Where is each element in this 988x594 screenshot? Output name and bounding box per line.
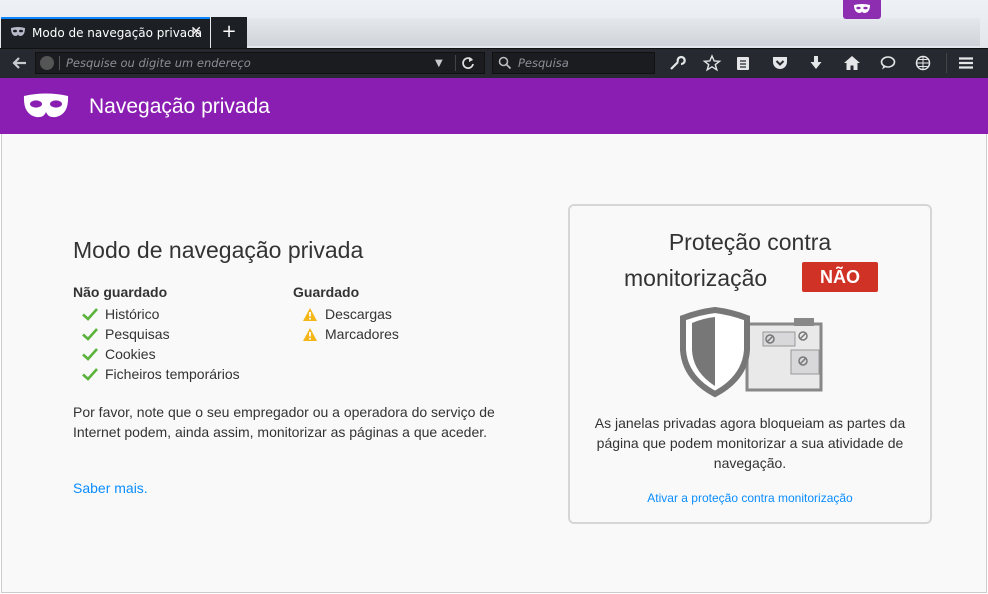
- list-item-label: Cookies: [105, 346, 156, 362]
- new-tab-button[interactable]: +: [211, 17, 247, 48]
- not-saved-title: Não guardado: [73, 284, 168, 300]
- page-content: Modo de navegação privada Não guardado H…: [1, 134, 987, 593]
- chat-icon[interactable]: [878, 54, 898, 72]
- search-bar[interactable]: Pesquisa: [492, 52, 655, 74]
- search-icon: [498, 56, 512, 70]
- tab-strip-background: [240, 18, 980, 46]
- wrench-icon[interactable]: [667, 54, 687, 72]
- private-browsing-header: Navegação privada: [0, 78, 988, 134]
- url-input[interactable]: Pesquise ou digite um endereço: [66, 56, 251, 70]
- title-bar: Modo de navegação privada ✕ +: [0, 0, 988, 48]
- list-item-label: Pesquisas: [105, 326, 170, 342]
- checkmark-icon: [82, 368, 98, 381]
- url-bar[interactable]: Pesquise ou digite um endereço ▼: [35, 52, 485, 74]
- search-input[interactable]: Pesquisa: [518, 56, 569, 70]
- saved-title: Guardado: [293, 284, 360, 300]
- url-separator: [59, 56, 60, 70]
- tracking-protection-title-line2: monitorização: [624, 265, 768, 291]
- globe-icon: [40, 56, 54, 70]
- web-icon[interactable]: [913, 54, 933, 72]
- navigation-toolbar: Pesquise ou digite um endereço ▼ Pesquis…: [0, 48, 988, 78]
- tab-close-icon[interactable]: ✕: [190, 24, 202, 40]
- list-item: Marcadores: [293, 326, 399, 346]
- warning-icon: [303, 328, 317, 341]
- private-mask-favicon-icon: [11, 27, 25, 36]
- list-item: Cookies: [73, 346, 240, 366]
- toolbar-separator: [946, 53, 947, 73]
- list-item-label: Marcadores: [325, 326, 399, 342]
- private-mask-icon: [23, 93, 69, 118]
- enable-tracking-protection-link[interactable]: Ativar a proteção contra monitorização: [570, 491, 930, 505]
- list-item-label: Histórico: [105, 306, 160, 322]
- private-window-indicator: [843, 0, 881, 19]
- back-icon[interactable]: [8, 53, 32, 73]
- bookmark-star-icon[interactable]: [702, 54, 722, 72]
- list-item-label: Ficheiros temporários: [105, 366, 240, 382]
- tracking-protection-description: As janelas privadas agora bloqueiam as p…: [594, 415, 906, 471]
- header-title: Navegação privada: [89, 95, 270, 118]
- learn-more-link[interactable]: Saber mais.: [73, 480, 148, 496]
- tab-title: Modo de navegação privada: [32, 26, 203, 40]
- shield-blocking-illustration-icon: [680, 306, 823, 398]
- tracking-protection-panel: Proteção contra monitorização NÃO As jan…: [568, 204, 932, 524]
- list-item: Ficheiros temporários: [73, 366, 240, 386]
- home-icon[interactable]: [842, 54, 862, 72]
- page-title: Modo de navegação privada: [73, 237, 364, 263]
- tab-private-browsing[interactable]: Modo de navegação privada ✕: [1, 17, 210, 48]
- list-item: Histórico: [73, 306, 240, 326]
- pocket-icon[interactable]: [770, 54, 790, 72]
- list-item: Pesquisas: [73, 326, 240, 346]
- menu-icon[interactable]: [956, 54, 976, 72]
- download-icon[interactable]: [806, 54, 826, 72]
- list-item-label: Descargas: [325, 306, 392, 322]
- private-mask-icon: [854, 4, 870, 13]
- checkmark-icon: [82, 328, 98, 341]
- reload-icon[interactable]: [461, 55, 475, 71]
- reload-separator: [455, 55, 456, 71]
- checkmark-icon: [82, 348, 98, 361]
- list-item: Descargas: [293, 306, 399, 326]
- dropdown-icon[interactable]: ▼: [435, 58, 443, 69]
- saved-column: Guardado Descargas Marcadores: [293, 284, 399, 346]
- not-saved-column: Não guardado Histórico Pesquisas Cookies…: [73, 284, 240, 386]
- warning-icon: [303, 308, 317, 321]
- status-badge: NÃO: [802, 262, 878, 292]
- tracking-protection-title-line1: Proteção contra: [668, 229, 832, 255]
- reading-list-icon[interactable]: [733, 54, 753, 72]
- privacy-note: Por favor, note que o seu empregador ou …: [73, 404, 495, 440]
- checkmark-icon: [82, 308, 98, 321]
